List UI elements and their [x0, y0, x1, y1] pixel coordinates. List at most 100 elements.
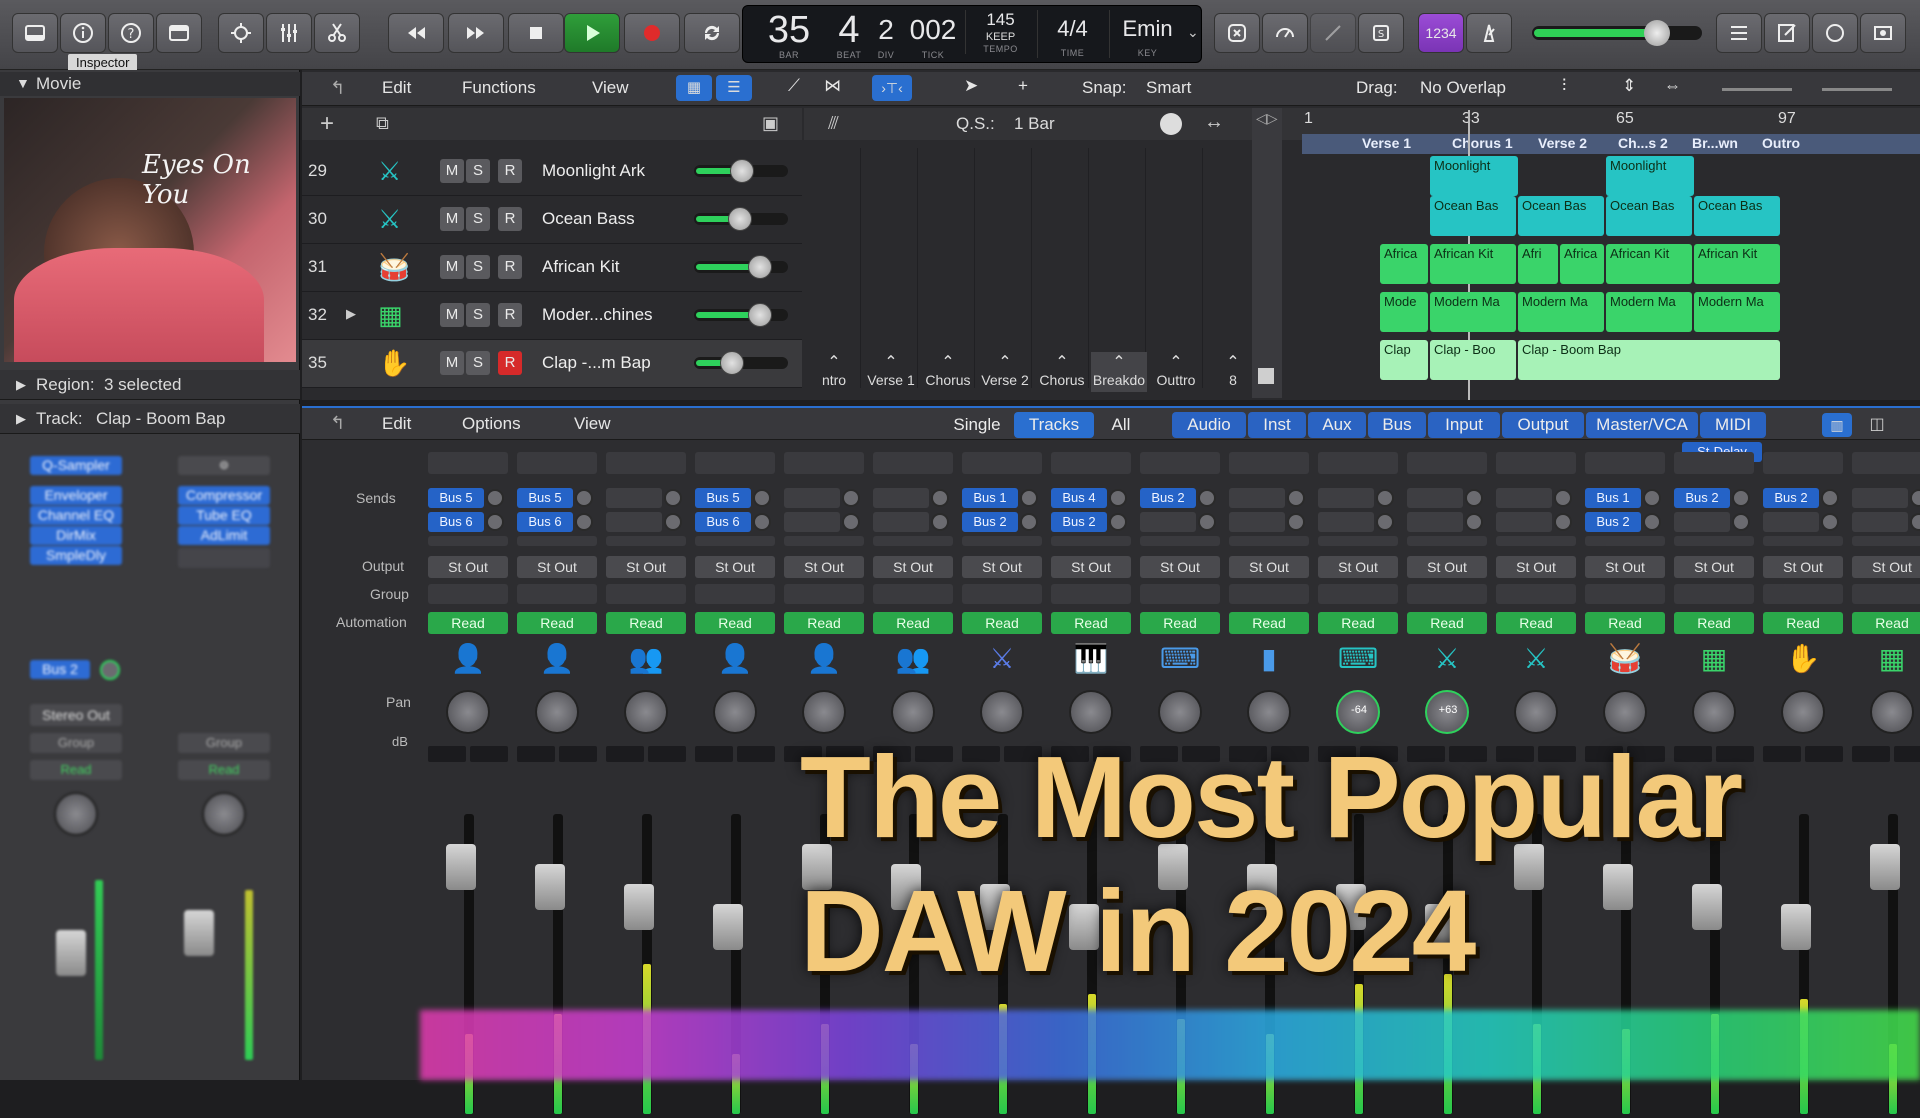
- pan-knob[interactable]: [1158, 690, 1202, 734]
- volume-knob[interactable]: [730, 159, 754, 183]
- volume-fader[interactable]: [56, 930, 86, 976]
- output-slot[interactable]: St Out: [1051, 556, 1131, 578]
- group-slot[interactable]: [695, 584, 775, 604]
- track-name[interactable]: African Kit: [542, 257, 619, 277]
- output-slot[interactable]: St Out: [1585, 556, 1665, 578]
- group-slot[interactable]: [1852, 584, 1920, 604]
- send-knob[interactable]: [1821, 513, 1839, 531]
- count-in-button[interactable]: 1234: [1418, 13, 1464, 53]
- region[interactable]: Clap: [1380, 340, 1428, 380]
- send-knob[interactable]: [1376, 489, 1394, 507]
- output-slot[interactable]: St Out: [1496, 556, 1576, 578]
- output-slot[interactable]: St Out: [1318, 556, 1398, 578]
- plugin-slot-empty[interactable]: [873, 452, 953, 474]
- tab-filter[interactable]: Audio: [1172, 412, 1246, 438]
- output-slot[interactable]: St Out: [1852, 556, 1920, 578]
- send-slot-empty[interactable]: [606, 536, 686, 546]
- tab-filter[interactable]: Bus: [1368, 412, 1426, 438]
- output-slot[interactable]: St Out: [1763, 556, 1843, 578]
- back-icon[interactable]: ↰: [330, 78, 345, 99]
- send-slot[interactable]: [1852, 512, 1908, 532]
- send-knob[interactable]: [575, 489, 593, 507]
- track-name[interactable]: Clap -...m Bap: [542, 353, 651, 373]
- send-knob[interactable]: [486, 513, 504, 531]
- volume-knob[interactable]: [748, 303, 772, 327]
- group-slot[interactable]: Group: [30, 733, 122, 753]
- solo-button[interactable]: S: [466, 255, 490, 279]
- pan-knob[interactable]: [802, 690, 846, 734]
- tab-filter[interactable]: Inst: [1248, 412, 1306, 438]
- automation-read-button[interactable]: Read: [1674, 612, 1754, 634]
- collapse-icon[interactable]: ◁▷: [1256, 110, 1278, 127]
- track-header[interactable]: ▶ Track: Clap - Boom Bap: [0, 404, 300, 434]
- notepad-icon[interactable]: [1764, 13, 1810, 53]
- section-pattern[interactable]: ⌃ Verse 2: [977, 352, 1033, 392]
- marker-label[interactable]: Ch...s 2: [1618, 135, 1668, 151]
- menu-functions[interactable]: Functions: [462, 78, 536, 98]
- send-slot[interactable]: Bus 2: [1585, 512, 1641, 532]
- tab-filter[interactable]: Input: [1428, 412, 1500, 438]
- waveform-zoom-icon[interactable]: ⫶: [1562, 76, 1566, 96]
- disclosure-right-icon[interactable]: ▶: [346, 306, 356, 322]
- send-knob[interactable]: [931, 489, 949, 507]
- region[interactable]: Modern Ma: [1694, 292, 1780, 332]
- horizontal-zoom-slider[interactable]: [1822, 88, 1892, 91]
- send-slot[interactable]: [1318, 512, 1374, 532]
- plugin-slot-empty[interactable]: [1407, 452, 1487, 474]
- output-slot[interactable]: Stereo Out: [30, 704, 122, 726]
- snap-value[interactable]: Smart: [1146, 78, 1191, 98]
- plugin-slot-empty[interactable]: [695, 452, 775, 474]
- region[interactable]: Clap - Boom Bap: [1518, 340, 1780, 380]
- plugin-slot-empty[interactable]: [1585, 452, 1665, 474]
- global-tracks-icon[interactable]: ▣: [762, 113, 779, 134]
- send-slot-empty[interactable]: [1674, 536, 1754, 546]
- output-slot[interactable]: St Out: [695, 556, 775, 578]
- horizontal-fit-icon[interactable]: ⇔: [1664, 76, 1681, 96]
- plugin-slot-empty[interactable]: [1852, 452, 1920, 474]
- automation-read-button[interactable]: Read: [1852, 612, 1920, 634]
- group-slot[interactable]: [1229, 584, 1309, 604]
- plugin-slot-empty[interactable]: [1140, 452, 1220, 474]
- record-enable-button[interactable]: R: [498, 159, 522, 183]
- back-icon[interactable]: ↰: [330, 413, 345, 434]
- track-name[interactable]: Moonlight Ark: [542, 161, 645, 181]
- send-slot[interactable]: Bus 5: [695, 488, 751, 508]
- narrow-strips-icon[interactable]: ▥: [1822, 413, 1852, 437]
- add-track-icon[interactable]: +: [320, 110, 334, 138]
- plugin-slot[interactable]: AdLimit: [178, 526, 270, 545]
- mixer-menu-view[interactable]: View: [574, 414, 611, 434]
- track-name[interactable]: Ocean Bass: [542, 209, 635, 229]
- send-knob[interactable]: [1732, 513, 1750, 531]
- tab-single[interactable]: Single: [942, 412, 1012, 438]
- region[interactable]: Mode: [1380, 292, 1428, 332]
- plugin-slot[interactable]: SmpleDly: [30, 546, 122, 565]
- track-row[interactable]: 30 ⚔ M S R Ocean Bass: [302, 196, 802, 244]
- help-icon[interactable]: ?: [108, 13, 154, 53]
- send-slot[interactable]: [1674, 512, 1730, 532]
- automation-read-button[interactable]: Read: [1051, 612, 1131, 634]
- track-volume-slider[interactable]: [694, 159, 788, 183]
- volume-fader[interactable]: [624, 884, 654, 930]
- plugin-slot-empty[interactable]: [1763, 452, 1843, 474]
- solo-button[interactable]: S: [466, 303, 490, 327]
- send-slot[interactable]: [873, 488, 929, 508]
- send-knob[interactable]: [1732, 489, 1750, 507]
- section-pattern[interactable]: ⌃ Breakdo: [1091, 352, 1147, 392]
- tuner-icon[interactable]: [1262, 13, 1308, 53]
- pan-knob[interactable]: [1692, 690, 1736, 734]
- automation-read-button[interactable]: Read: [1496, 612, 1576, 634]
- solo-button[interactable]: S: [466, 207, 490, 231]
- send-knob[interactable]: [1020, 489, 1038, 507]
- pan-knob[interactable]: [446, 690, 490, 734]
- group-slot[interactable]: [1318, 584, 1398, 604]
- instrument-slot[interactable]: Q-Sampler: [30, 456, 122, 475]
- plugin-slot-empty[interactable]: [784, 452, 864, 474]
- send-knob[interactable]: [1376, 513, 1394, 531]
- pan-knob[interactable]: [202, 792, 246, 836]
- pan-knob[interactable]: +63: [1425, 690, 1469, 734]
- plugin-slot[interactable]: DirMix: [30, 526, 122, 545]
- send-slot[interactable]: [784, 512, 840, 532]
- qs-value[interactable]: 1 Bar: [1014, 114, 1055, 134]
- send-slot[interactable]: [1229, 512, 1285, 532]
- volume-fader[interactable]: [713, 904, 743, 950]
